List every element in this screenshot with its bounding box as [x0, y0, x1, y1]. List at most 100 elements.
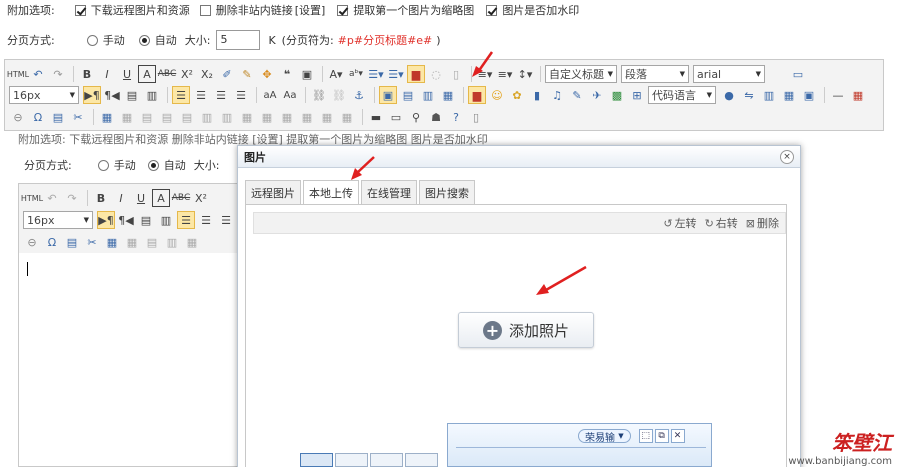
redo-icon[interactable]: ↷ [49, 65, 67, 83]
print-icon[interactable]: ▬ [367, 108, 385, 126]
bg-editor-content[interactable] [18, 253, 248, 467]
italic-icon[interactable]: I [112, 189, 130, 207]
subscript-icon[interactable]: X₂ [198, 65, 216, 83]
gmap-icon[interactable]: ▩ [608, 86, 626, 104]
indent-icon[interactable]: ▤ [137, 211, 155, 229]
tab-remote-image[interactable]: 远程图片 [245, 180, 301, 204]
delete-table-icon[interactable]: ▦ [118, 108, 136, 126]
ime-close-icon[interactable]: ✕ [670, 429, 685, 443]
ime-copy-icon[interactable]: ⧉ [654, 429, 669, 443]
scrawl-icon[interactable]: ✿ [508, 86, 526, 104]
unordered-list-icon[interactable]: ☰▾ [387, 65, 405, 83]
superscript-icon[interactable]: X² [192, 189, 210, 207]
tab-image-search[interactable]: 图片搜索 [419, 180, 475, 204]
snapscreen-icon[interactable]: ✂ [83, 233, 101, 251]
font-border-icon[interactable]: A [138, 65, 156, 83]
horizontal-rule-icon[interactable]: — [829, 86, 847, 104]
wordimage-icon[interactable]: ▤ [63, 233, 81, 251]
outdent-icon[interactable]: ▥ [143, 86, 161, 104]
format-match-icon[interactable]: ✐ [218, 65, 236, 83]
remove-links-settings-link[interactable]: [设置] [295, 2, 326, 18]
paging-auto-radio[interactable] [138, 34, 150, 46]
ltr-direction-icon[interactable]: ▶¶ [97, 211, 115, 229]
align-thumb-none[interactable] [300, 453, 333, 467]
align-thumb-left[interactable] [335, 453, 368, 467]
time-icon[interactable]: ⊖ [9, 108, 27, 126]
help-icon[interactable]: ? [447, 108, 465, 126]
time-icon[interactable]: ⊖ [23, 233, 41, 251]
insert-frame-icon[interactable]: ▦ [780, 86, 798, 104]
merge-cells-icon[interactable]: ▦ [238, 108, 256, 126]
music-icon[interactable]: ♫ [548, 86, 566, 104]
merge-cells-icon[interactable]: ▦ [183, 233, 201, 251]
close-icon[interactable]: × [780, 150, 794, 164]
align-justify-icon[interactable]: ☰ [232, 86, 250, 104]
image-icon[interactable]: ▆ [407, 65, 425, 83]
align-right-icon[interactable]: ☰ [217, 211, 235, 229]
rotate-left-button[interactable]: ↺ 左转 [663, 215, 696, 231]
align-thumb-center[interactable] [405, 453, 438, 467]
split-rows-icon[interactable]: ▦ [318, 108, 336, 126]
outdent-icon[interactable]: ▥ [157, 211, 175, 229]
paragraph-select[interactable]: 段落 ▼ [621, 65, 689, 83]
extract-thumbnail-checkbox[interactable] [337, 4, 349, 16]
binoculars-icon[interactable]: ☗ [427, 108, 445, 126]
uppercase-icon[interactable]: aA [261, 86, 279, 104]
web-app-icon[interactable]: ● [720, 86, 738, 104]
anchor-icon[interactable]: ⚓ [350, 86, 368, 104]
remove-links-checkbox[interactable] [199, 4, 211, 16]
image-none-icon[interactable]: ▣ [379, 86, 397, 104]
font-family-select[interactable]: arial ▼ [693, 65, 765, 83]
watermark-checkbox[interactable] [486, 4, 498, 16]
snapscreen-icon[interactable]: ✂ [69, 108, 87, 126]
strikethrough-icon[interactable]: ABC [172, 189, 190, 207]
underline-icon[interactable]: U [118, 65, 136, 83]
map-icon[interactable]: ✈ [588, 86, 606, 104]
undo-icon[interactable]: ↶ [29, 65, 47, 83]
insert-col-icon[interactable]: ▥ [163, 233, 181, 251]
image-left-icon[interactable]: ▤ [399, 86, 417, 104]
insert-row-icon[interactable]: ▤ [143, 233, 161, 251]
split-cells-icon[interactable]: ▦ [298, 108, 316, 126]
superscript-icon[interactable]: X² [178, 65, 196, 83]
fullscreen-icon[interactable]: ▭ [789, 65, 807, 83]
auto-typeset-icon[interactable]: ✥ [258, 65, 276, 83]
bg-font-size-select[interactable]: 16px ▼ [23, 211, 93, 229]
delete-col-icon[interactable]: ▥ [218, 108, 236, 126]
special-char-icon[interactable]: Ω [43, 233, 61, 251]
merge-down-icon[interactable]: ▦ [278, 108, 296, 126]
emotion-icon[interactable]: ☺ [488, 86, 506, 104]
delete-table-icon[interactable]: ▦ [123, 233, 141, 251]
insert-table-icon[interactable]: ▦ [103, 233, 121, 251]
insert-paragraph-icon[interactable]: ▤ [138, 108, 156, 126]
bold-icon[interactable]: B [92, 189, 110, 207]
row-spacing-bottom-icon[interactable]: ≡▾ [496, 65, 514, 83]
bg-paging-manual-radio[interactable] [97, 159, 109, 171]
widget-icon[interactable]: ▣ [800, 86, 818, 104]
paste-plain-icon[interactable]: ▣ [298, 65, 316, 83]
underline-icon[interactable]: U [132, 189, 150, 207]
ordered-list-icon[interactable]: ☰▾ [367, 65, 385, 83]
font-border-icon[interactable]: A [152, 189, 170, 207]
blockquote-icon[interactable]: ❝ [278, 65, 296, 83]
delete-button[interactable]: ⊠ 删除 [746, 215, 779, 231]
custom-title-select[interactable]: 自定义标题 ▼ [545, 65, 617, 83]
tab-online-manage[interactable]: 在线管理 [361, 180, 417, 204]
preview-icon[interactable]: ▭ [387, 108, 405, 126]
wordimage-icon[interactable]: ▤ [49, 108, 67, 126]
search-replace-icon[interactable]: ⚲ [407, 108, 425, 126]
attachment-icon[interactable]: ✎ [568, 86, 586, 104]
template-icon[interactable]: ⊞ [628, 86, 646, 104]
video-icon[interactable]: ▮ [528, 86, 546, 104]
date-icon[interactable]: ▦ [849, 86, 867, 104]
align-center-icon[interactable]: ☰ [192, 86, 210, 104]
html-source-icon[interactable]: HTML [7, 65, 29, 83]
unlink-icon[interactable]: ⛓ [330, 86, 348, 104]
clear-icon[interactable]: ◌ [427, 65, 445, 83]
tab-local-upload[interactable]: 本地上传 [303, 180, 359, 205]
line-height-icon[interactable]: ↕▾ [516, 65, 534, 83]
redo-icon[interactable]: ↷ [63, 189, 81, 207]
bold-icon[interactable]: B [78, 65, 96, 83]
align-thumb-right[interactable] [370, 453, 403, 467]
rotate-right-button[interactable]: ↻ 右转 [705, 215, 738, 231]
